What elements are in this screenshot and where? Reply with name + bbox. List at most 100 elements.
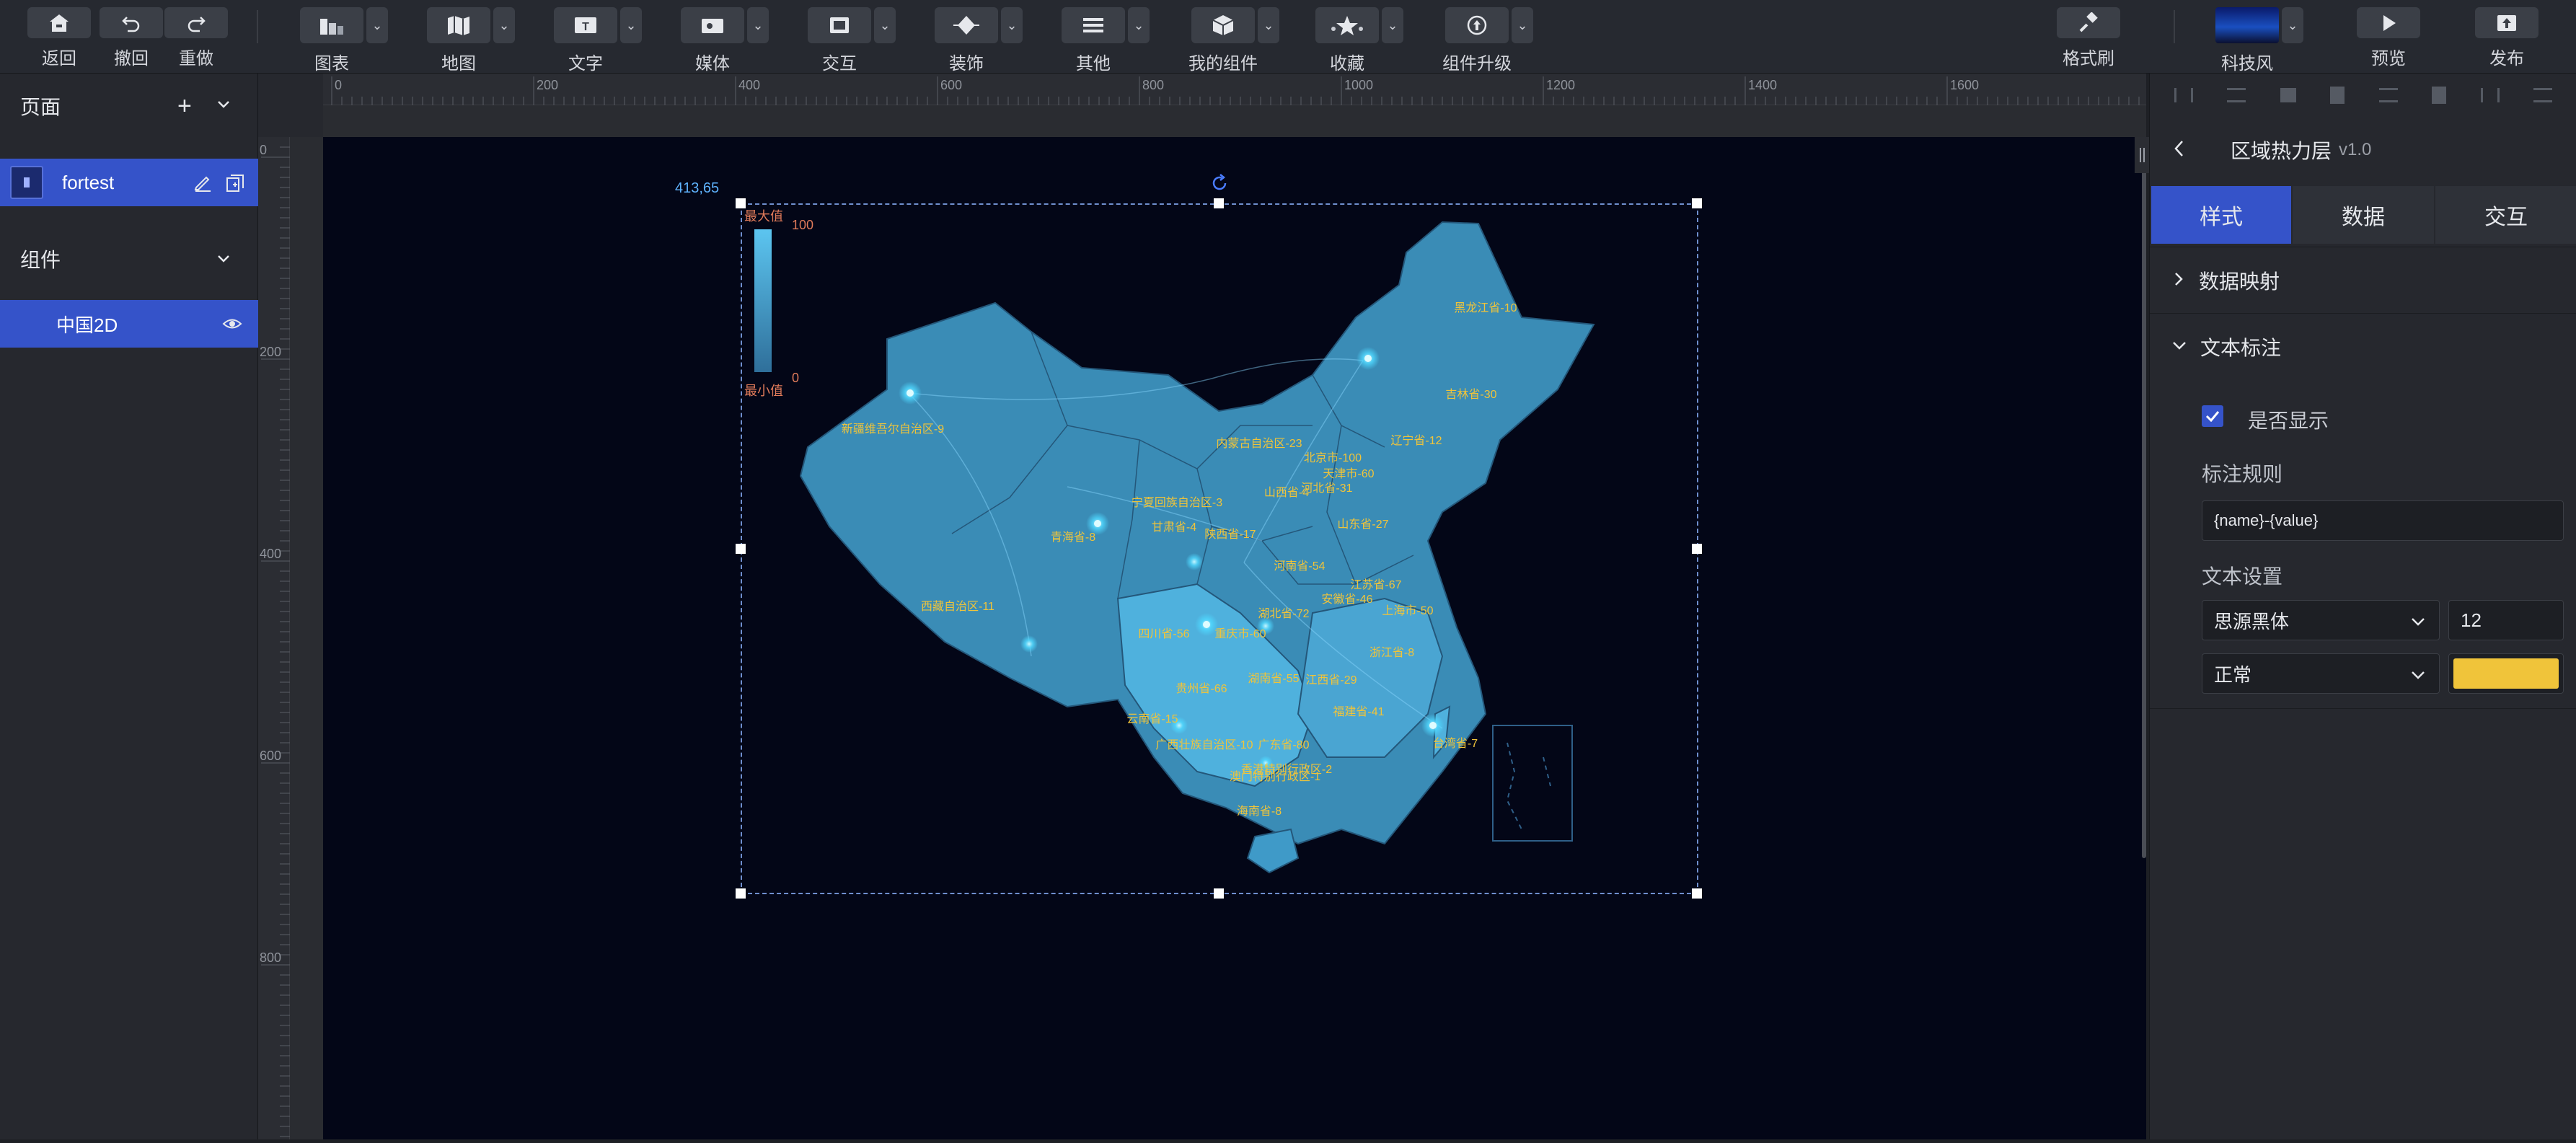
favorites-menu[interactable]: ⌄ 收藏 (1315, 7, 1403, 74)
chevron-down-icon[interactable] (215, 250, 232, 273)
chevron-down-icon[interactable]: ⌄ (1258, 7, 1279, 43)
interaction-menu[interactable]: ⌄ 交互 (808, 7, 896, 74)
rotate-handle-icon[interactable] (1209, 173, 1230, 197)
add-page-icon[interactable]: + (177, 92, 192, 120)
brush-icon (2057, 7, 2120, 38)
edit-icon[interactable] (193, 173, 212, 195)
ruler-left-tick-label: 200 (260, 345, 281, 359)
text-color-picker[interactable] (2448, 653, 2564, 694)
distribute-v-icon[interactable] (2533, 88, 2553, 102)
chevron-down-icon[interactable]: ⌄ (1512, 7, 1533, 43)
tab-interaction[interactable]: 交互 (2435, 186, 2576, 244)
map-province-label: 安徽省-46 (1321, 593, 1372, 606)
tab-style[interactable]: 样式 (2151, 186, 2291, 244)
interaction-icon (808, 7, 871, 43)
vertical-scrollbar[interactable] (2142, 144, 2146, 858)
ruler-top-tick-label: 600 (940, 78, 962, 92)
chevron-down-icon[interactable]: ⌄ (493, 7, 515, 43)
star-icon (1315, 7, 1379, 43)
publish-button[interactable]: 发布 (2475, 7, 2538, 69)
back-chevron-icon[interactable] (2171, 138, 2187, 162)
theme-selector[interactable]: ⌄ 科技风 (2215, 7, 2303, 74)
ruler-top-tick-label: 1400 (1748, 78, 1777, 92)
chevron-down-icon[interactable]: ⌄ (366, 7, 388, 43)
label-rule-input[interactable]: {name}-{value} (2202, 500, 2564, 541)
pages-title: 页面 (20, 96, 61, 118)
chevron-down-icon[interactable]: ⌄ (1001, 7, 1023, 43)
map-province-label: 广东省-80 (1258, 738, 1309, 751)
map-province-label: 湖北省-72 (1258, 607, 1309, 620)
copy-icon[interactable] (225, 173, 245, 197)
font-weight-select[interactable]: 正常 (2202, 653, 2440, 694)
media-menu[interactable]: ⌄ 媒体 (681, 7, 769, 74)
font-weight-value: 正常 (2214, 663, 2252, 686)
chevron-down-icon[interactable]: ⌄ (2282, 7, 2303, 43)
undo-button[interactable]: 撤回 (100, 7, 163, 69)
components-header: 组件 (0, 226, 258, 291)
component-item-china-2d[interactable]: 中国2D (0, 300, 258, 348)
components-title: 组件 (20, 249, 61, 271)
my-components-menu[interactable]: ⌄ 我的组件 (1188, 7, 1282, 74)
map-province-label: 台湾省-7 (1433, 737, 1478, 750)
svg-text:T: T (582, 21, 589, 33)
distribute-h-icon[interactable] (2480, 88, 2500, 102)
map-province-label: 新疆维吾尔自治区-9 (842, 423, 944, 436)
chevron-down-icon[interactable]: ⌄ (620, 7, 642, 43)
map-province-label: 甘肃省-4 (1152, 521, 1196, 534)
chevron-down-icon (2410, 666, 2426, 688)
align-bottom-icon[interactable] (2432, 87, 2447, 104)
text-menu[interactable]: T ⌄ 文字 (554, 7, 642, 74)
map-province-label: 云南省-15 (1126, 712, 1178, 725)
map-province-label: 江苏省-67 (1350, 578, 1401, 591)
top-toolbar: 返回 撤回 重做 ⌄ 图表 ⌄ 地图 T ⌄ 文字 ⌄ 媒体 ⌄ 交互 ⌄ 装饰 … (0, 0, 2576, 74)
china-map[interactable]: 黑龙江省-10 吉林省-30 辽宁省-12 内蒙古自治区-23北京市-100 天津市-6… (793, 209, 1659, 894)
back-button[interactable]: 返回 (27, 7, 91, 69)
legend-max-label: 最大值 (744, 209, 783, 224)
font-family-select[interactable]: 思源黑体 (2202, 600, 2440, 640)
resize-handle[interactable] (1692, 544, 1702, 554)
chevron-down-icon[interactable]: ⌄ (1128, 7, 1150, 43)
align-middle-icon[interactable] (2378, 88, 2398, 102)
chart-menu[interactable]: ⌄ 图表 (300, 7, 388, 74)
resize-handle[interactable] (736, 544, 746, 554)
component-name: 中国2D (56, 314, 118, 336)
other-menu[interactable]: ⌄ 其他 (1062, 7, 1150, 74)
play-icon (2357, 7, 2420, 38)
font-family-value: 思源黑体 (2214, 610, 2290, 632)
chevron-down-icon[interactable]: ⌄ (874, 7, 896, 43)
chevron-down-icon[interactable] (215, 95, 232, 118)
ruler-top-tick-label: 200 (537, 78, 558, 92)
align-top-icon[interactable] (2330, 87, 2345, 104)
chevron-down-icon[interactable]: ⌄ (747, 7, 769, 43)
ruler-left-tick-label: 600 (260, 749, 281, 763)
eye-icon[interactable] (222, 316, 242, 335)
align-left-icon[interactable] (2174, 88, 2193, 102)
show-checkbox[interactable] (2202, 405, 2223, 427)
align-right-icon[interactable] (2280, 88, 2296, 102)
map-province-label: 河南省-54 (1274, 560, 1325, 573)
ruler-left-tick-label: 0 (260, 143, 267, 157)
map-province-label: 江西省-29 (1305, 674, 1357, 687)
chevron-down-icon[interactable]: ⌄ (1382, 7, 1403, 43)
section-text-label[interactable]: 文本标注 (2150, 313, 2576, 379)
ruler-top-tick-label: 1200 (1546, 78, 1575, 92)
format-brush-button[interactable]: 格式刷 (2057, 7, 2120, 69)
map-menu[interactable]: ⌄ 地图 (427, 7, 515, 74)
resize-handle[interactable] (1692, 198, 1702, 208)
preview-button[interactable]: 预览 (2357, 7, 2420, 69)
section-title: 文本标注 (2200, 336, 2282, 359)
resize-handle[interactable] (1214, 198, 1224, 208)
component-upgrade-menu[interactable]: ⌄ 组件升级 (1442, 7, 1536, 74)
resize-handle[interactable] (736, 888, 746, 899)
page-item-fortest[interactable]: fortest (0, 159, 258, 206)
resize-handle[interactable] (1692, 888, 1702, 899)
align-center-icon[interactable] (2227, 88, 2246, 102)
chart-icon (300, 7, 363, 43)
font-size-input[interactable]: 12 (2448, 600, 2564, 640)
tab-data[interactable]: 数据 (2293, 186, 2434, 244)
right-panel-collapse-handle[interactable] (2135, 137, 2149, 173)
section-data-mapping[interactable]: 数据映射 (2150, 247, 2576, 313)
decoration-menu[interactable]: ⌄ 装饰 (935, 7, 1023, 74)
redo-button[interactable]: 重做 (164, 7, 228, 69)
toolbar-divider (257, 10, 258, 43)
